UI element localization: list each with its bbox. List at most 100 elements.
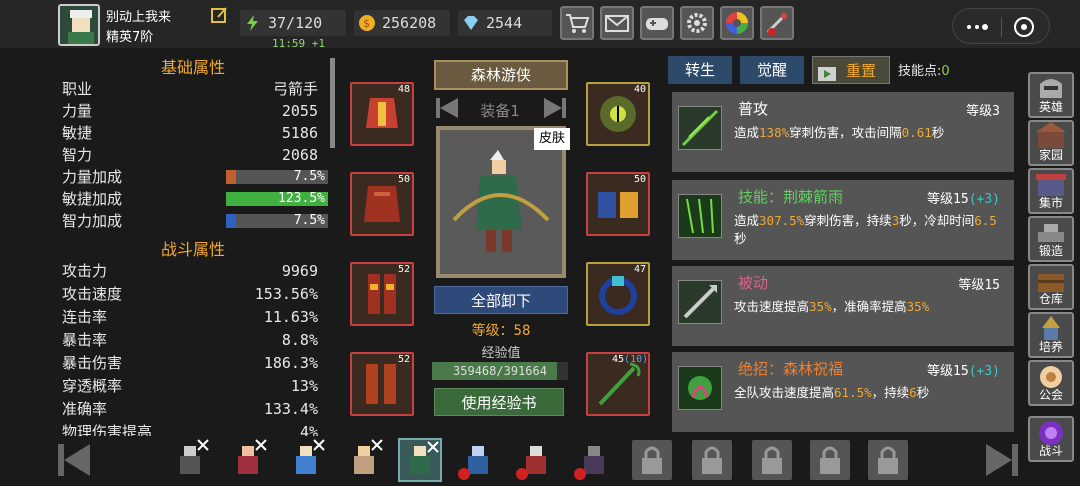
equip-slot-armor[interactable]: 48	[350, 82, 414, 146]
roster-prev-arrow-icon[interactable]	[56, 440, 96, 480]
equipment-set-label: 装备1	[480, 102, 520, 120]
skill-passive-icon	[678, 280, 722, 324]
skill-desc: 造成307.5%穿刺伤害，持续3秒，冷却时间6.5秒	[734, 213, 997, 246]
locked-slot-lock-icon[interactable]	[692, 440, 732, 480]
stamina-value: 37/120	[268, 14, 323, 32]
skill-title: 绝招：森林祝福	[738, 360, 844, 378]
next-equip-arrow-icon[interactable]	[542, 96, 568, 120]
reset-button[interactable]: 重置	[812, 56, 890, 84]
locked-slot-lock-icon[interactable]	[810, 440, 850, 480]
skill-title: 普攻	[738, 100, 769, 118]
equip-slot-chest[interactable]: 50	[350, 172, 414, 236]
gem-counter: 2544	[458, 10, 552, 36]
gold-coin-icon: $	[358, 14, 376, 32]
magic-wand-button[interactable]	[760, 6, 794, 40]
video-icon	[817, 63, 837, 91]
skill-points: 技能点:0	[898, 64, 950, 79]
stat-row: 力量 2055	[62, 102, 318, 120]
sidebar-item-market[interactable]: 集市	[1028, 168, 1074, 214]
stat-row: 穿透概率 13%	[62, 377, 318, 395]
skill-title: 技能：荆棘箭雨	[738, 188, 844, 206]
locked-slot-lock-icon[interactable]	[868, 440, 908, 480]
skill-desc: 攻击速度提高35%，准确率提高35%	[734, 299, 930, 314]
svg-text:$: $	[363, 17, 370, 30]
player-rank: 精英7阶	[106, 30, 154, 45]
stat-row: 职业 弓箭手	[62, 80, 318, 98]
basic-attributes-title: 基础属性	[160, 58, 225, 77]
skill-level: 等级3	[966, 104, 1000, 119]
roster-hero-5-selected[interactable]	[398, 438, 442, 482]
skill-desc: 全队攻击速度提高61.5%，持续6秒	[734, 385, 930, 400]
attribute-scrollbar[interactable]	[330, 58, 335, 148]
stat-row: 攻击速度 153.56%	[62, 285, 318, 303]
mail-button[interactable]	[600, 6, 634, 40]
roster-hero-2[interactable]	[226, 438, 270, 482]
tab-rebirth[interactable]: 转生	[668, 56, 732, 84]
equip-slot-bracers[interactable]: 50	[586, 172, 650, 236]
exp-value: 359468/391664	[453, 364, 547, 378]
edit-icon[interactable]	[210, 6, 228, 24]
tab-awaken[interactable]: 觉醒	[740, 56, 804, 84]
attribute-panel[interactable]: 基础属性 职业 弓箭手 力量 2055 敏捷 5186 智力 2068 力量加成 7.5%…	[52, 48, 334, 436]
roster-hero-8[interactable]	[572, 438, 616, 482]
use-exp-book-button[interactable]: 使用经验书	[434, 388, 564, 416]
player-avatar[interactable]	[58, 4, 100, 46]
skill-card[interactable]: 技能：荆棘箭雨 等级15(+3) 造成307.5%穿刺伤害，持续3秒，冷却时间6…	[672, 180, 1014, 260]
exp-bar: 359468/391664	[432, 362, 568, 380]
skill-normal-attack-icon	[678, 106, 722, 150]
bonus-row: 智力加成 7.5%	[62, 210, 328, 232]
gamepad-button[interactable]	[640, 6, 674, 40]
skill-title: 被动	[738, 274, 769, 292]
hero-class-banner: 森林游侠	[434, 60, 568, 90]
mini-program-capsule[interactable]	[952, 8, 1050, 44]
exp-label: 经验值	[481, 346, 521, 361]
gold-value: 256208	[382, 14, 437, 32]
roster-hero-7[interactable]	[514, 438, 558, 482]
skill-desc: 造成138%穿刺伤害，攻击间隔0.61秒	[734, 125, 945, 140]
bonus-row: 力量加成 7.5%	[62, 166, 328, 188]
skill-level: 等级15(+3)	[927, 192, 1000, 207]
equip-slot-weapon[interactable]: 45(10)	[586, 352, 650, 416]
skin-button[interactable]: 皮肤	[534, 128, 570, 150]
equip-slot-amulet[interactable]: 40	[586, 82, 650, 146]
roster-hero-4[interactable]	[342, 438, 386, 482]
stat-row: 物理伤害提高 4%	[62, 423, 318, 436]
skill-card[interactable]: 被动 等级15 攻击速度提高35%，准确率提高35%	[672, 266, 1014, 346]
roster-hero-1[interactable]	[168, 438, 212, 482]
agility-bonus-bar: 123.5%	[226, 191, 328, 206]
stamina-counter: 37/120	[240, 10, 346, 36]
sidebar-item-battle[interactable]: 战斗	[1028, 416, 1074, 462]
sidebar-item-hero[interactable]: 英雄	[1028, 72, 1074, 118]
equip-slot-legs[interactable]: 52	[350, 262, 414, 326]
roster-hero-6[interactable]	[456, 438, 500, 482]
locked-slot-lock-icon[interactable]	[632, 440, 672, 480]
sidebar-item-warehouse[interactable]: 仓库	[1028, 264, 1074, 310]
color-wheel-button[interactable]	[720, 6, 754, 40]
equip-slot-ring[interactable]: 47	[586, 262, 650, 326]
skill-card[interactable]: 普攻 等级3 造成138%穿刺伤害，攻击间隔0.61秒	[672, 92, 1014, 172]
sidebar-item-guild[interactable]: 公会	[1028, 360, 1074, 406]
roster-hero-3[interactable]	[284, 438, 328, 482]
settings-gear-button[interactable]	[680, 6, 714, 40]
sidebar-item-forge[interactable]: 锻造	[1028, 216, 1074, 262]
gold-counter: $ 256208	[354, 10, 450, 36]
combat-attributes-title: 战斗属性	[160, 240, 225, 259]
locked-slot-lock-icon[interactable]	[752, 440, 792, 480]
unequip-all-button[interactable]: 全部卸下	[434, 286, 568, 314]
skill-thorn-rain-icon	[678, 194, 722, 238]
roster-next-arrow-icon[interactable]	[980, 440, 1020, 480]
sidebar-item-home[interactable]: 家园	[1028, 120, 1074, 166]
equip-slot-boots[interactable]: 52	[350, 352, 414, 416]
skill-card[interactable]: 绝招：森林祝福 等级15(+3) 全队攻击速度提高61.5%，持续6秒	[672, 352, 1014, 432]
gem-value: 2544	[486, 14, 523, 32]
player-name: 别动上我来	[106, 10, 172, 25]
stat-row: 攻击力 9969	[62, 262, 318, 280]
sidebar-item-training[interactable]: 培养	[1028, 312, 1074, 358]
stat-row: 敏捷 5186	[62, 124, 318, 142]
lightning-icon	[244, 14, 262, 32]
diamond-icon	[462, 14, 480, 32]
shop-cart-button[interactable]	[560, 6, 594, 40]
skill-level: 等级15(+3)	[927, 364, 1000, 379]
strength-bonus-bar: 7.5%	[226, 169, 328, 184]
skill-forest-blessing-icon	[678, 366, 722, 410]
